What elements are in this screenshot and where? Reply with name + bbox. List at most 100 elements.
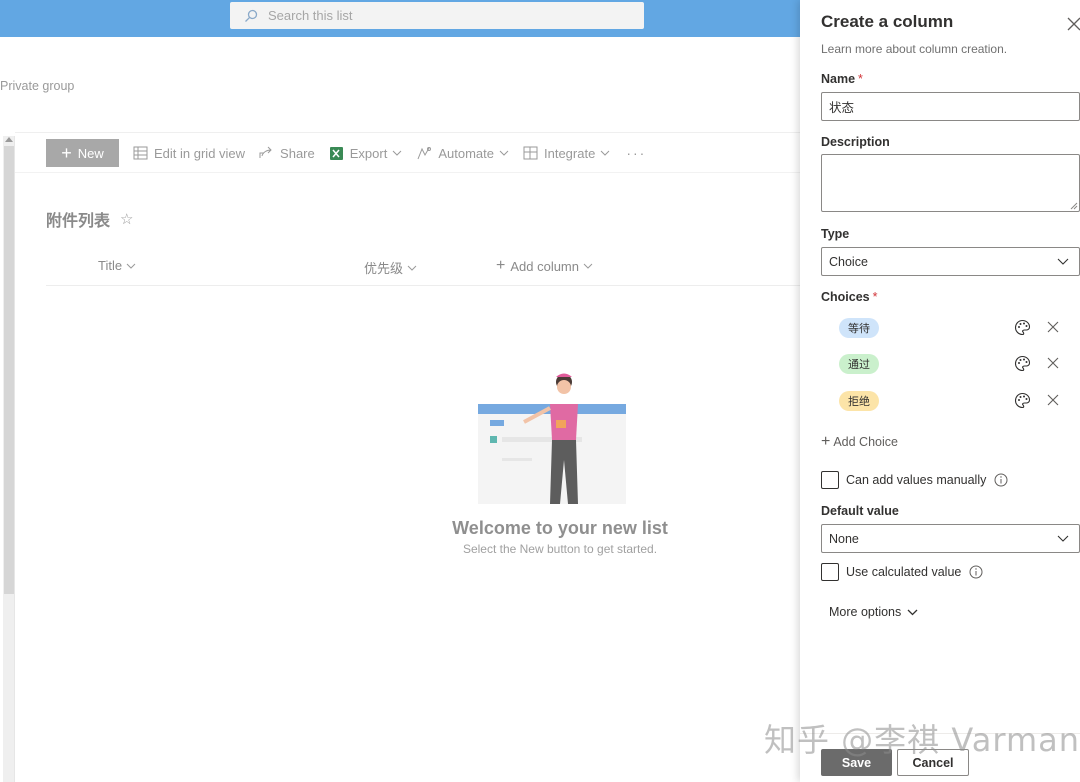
add-choice-label: Add Choice bbox=[833, 435, 898, 449]
grid-icon bbox=[133, 146, 148, 160]
command-bar: + New Edit in grid view Share Export Aut… bbox=[46, 139, 646, 167]
suite-header bbox=[0, 0, 800, 37]
empty-state-title: Welcome to your new list bbox=[452, 518, 668, 538]
manual-values-row: Can add values manually bbox=[821, 471, 1008, 489]
column-header-label: Add column bbox=[510, 258, 579, 274]
column-header-label: Title bbox=[98, 258, 123, 273]
chevron-down-icon bbox=[583, 263, 593, 269]
name-label: Name * bbox=[821, 72, 863, 86]
list-app: Private group + New Edit in grid view Sh… bbox=[0, 0, 800, 782]
description-textarea[interactable] bbox=[821, 154, 1080, 212]
empty-list-illustration bbox=[478, 373, 626, 504]
plus-icon: + bbox=[61, 143, 72, 163]
star-icon[interactable]: ☆ bbox=[120, 210, 133, 228]
default-value-label: Default value bbox=[821, 504, 899, 518]
share-button[interactable]: Share bbox=[259, 146, 315, 161]
plus-icon: + bbox=[496, 257, 506, 274]
description-label: Description bbox=[821, 135, 890, 149]
excel-icon bbox=[329, 146, 344, 161]
edit-grid-view-label: Edit in grid view bbox=[154, 145, 246, 161]
choice-pill[interactable]: 通过 bbox=[839, 354, 879, 374]
info-icon[interactable] bbox=[994, 473, 1008, 487]
new-button[interactable]: + New bbox=[46, 139, 119, 167]
manual-values-checkbox[interactable] bbox=[821, 471, 839, 489]
list-title: 附件列表 ☆ bbox=[46, 207, 133, 231]
column-header-priority[interactable]: 优先级 bbox=[364, 258, 417, 277]
calculated-value-checkbox[interactable] bbox=[821, 563, 839, 581]
name-label-text: Name bbox=[821, 72, 856, 86]
automate-label: Automate bbox=[438, 145, 494, 161]
export-button[interactable]: Export bbox=[329, 146, 403, 161]
manual-values-label: Can add values manually bbox=[846, 473, 987, 487]
integrate-button[interactable]: Integrate bbox=[523, 146, 610, 161]
choice-row: 等待 bbox=[821, 317, 1080, 339]
calculated-value-row: Use calculated value bbox=[821, 563, 983, 581]
group-privacy-label: Private group bbox=[0, 79, 75, 93]
remove-choice-icon[interactable] bbox=[1047, 321, 1059, 333]
chevron-down-icon bbox=[1057, 258, 1069, 265]
scrollbar[interactable] bbox=[3, 136, 15, 782]
integrate-label: Integrate bbox=[543, 145, 596, 161]
type-label: Type bbox=[821, 227, 850, 241]
required-asterisk: * bbox=[858, 72, 863, 86]
integrate-icon bbox=[523, 146, 538, 160]
panel-title: Create a column bbox=[821, 12, 954, 31]
list-title-text: 附件列表 bbox=[46, 213, 111, 230]
empty-state-subtitle: Select the New button to get started. bbox=[462, 542, 658, 556]
divider bbox=[15, 172, 800, 173]
column-header-title[interactable]: Title bbox=[98, 258, 136, 273]
default-value-dropdown-value: None bbox=[829, 531, 859, 546]
create-column-panel: Create a column Learn more about column … bbox=[800, 0, 1080, 782]
choice-pill[interactable]: 等待 bbox=[839, 318, 879, 338]
remove-choice-icon[interactable] bbox=[1047, 357, 1059, 369]
palette-icon[interactable] bbox=[1014, 319, 1031, 336]
name-input[interactable] bbox=[821, 92, 1080, 121]
choice-row: 通过 bbox=[821, 353, 1080, 375]
more-options-toggle[interactable]: More options bbox=[829, 605, 918, 619]
default-value-dropdown[interactable]: None bbox=[821, 524, 1080, 553]
choice-pill[interactable]: 拒绝 bbox=[839, 391, 879, 411]
choices-label: Choices * bbox=[821, 290, 878, 304]
new-button-label: New bbox=[77, 145, 104, 161]
chevron-down-icon bbox=[126, 263, 136, 269]
palette-icon[interactable] bbox=[1014, 355, 1031, 372]
chevron-down-icon bbox=[1057, 535, 1069, 542]
chevron-down-icon bbox=[907, 609, 918, 616]
add-column-button[interactable]: + Add column bbox=[496, 258, 593, 274]
type-dropdown[interactable]: Choice bbox=[821, 247, 1080, 276]
scroll-up-arrow-icon[interactable] bbox=[5, 137, 13, 142]
resize-grip-icon[interactable] bbox=[1070, 202, 1078, 210]
automate-button[interactable]: Automate bbox=[416, 146, 509, 161]
plus-icon: + bbox=[821, 433, 831, 450]
divider bbox=[15, 132, 800, 133]
add-choice-button[interactable]: + Add Choice bbox=[821, 434, 898, 450]
share-icon bbox=[259, 146, 274, 160]
export-label: Export bbox=[349, 145, 388, 161]
choice-row: 拒绝 bbox=[821, 390, 1080, 412]
required-asterisk: * bbox=[872, 290, 878, 304]
chevron-down-icon bbox=[407, 265, 417, 271]
watermark: 知乎 @李祺 Varman bbox=[764, 721, 1080, 759]
more-options-label: More options bbox=[829, 605, 902, 619]
more-commands-button[interactable]: ··· bbox=[626, 145, 646, 161]
search-input[interactable] bbox=[268, 8, 608, 23]
chevron-down-icon bbox=[392, 150, 402, 156]
close-icon[interactable] bbox=[1067, 17, 1080, 31]
chevron-down-icon bbox=[600, 150, 610, 156]
edit-grid-view-button[interactable]: Edit in grid view bbox=[133, 146, 245, 161]
search-box[interactable] bbox=[230, 2, 644, 29]
chevron-down-icon bbox=[499, 150, 509, 156]
palette-icon[interactable] bbox=[1014, 392, 1031, 409]
choices-label-text: Choices bbox=[821, 290, 870, 304]
column-header-label: 优先级 bbox=[364, 261, 404, 276]
learn-more-link[interactable]: Learn more about column creation. bbox=[821, 42, 1007, 56]
type-dropdown-value: Choice bbox=[829, 254, 868, 269]
search-icon bbox=[245, 9, 258, 22]
scrollbar-thumb[interactable] bbox=[4, 146, 14, 594]
automate-icon bbox=[416, 146, 432, 161]
remove-choice-icon[interactable] bbox=[1047, 394, 1059, 406]
calculated-value-label: Use calculated value bbox=[846, 565, 962, 579]
share-label: Share bbox=[280, 145, 315, 161]
column-headers: Title 优先级 + Add column bbox=[46, 252, 800, 286]
info-icon[interactable] bbox=[969, 565, 983, 579]
